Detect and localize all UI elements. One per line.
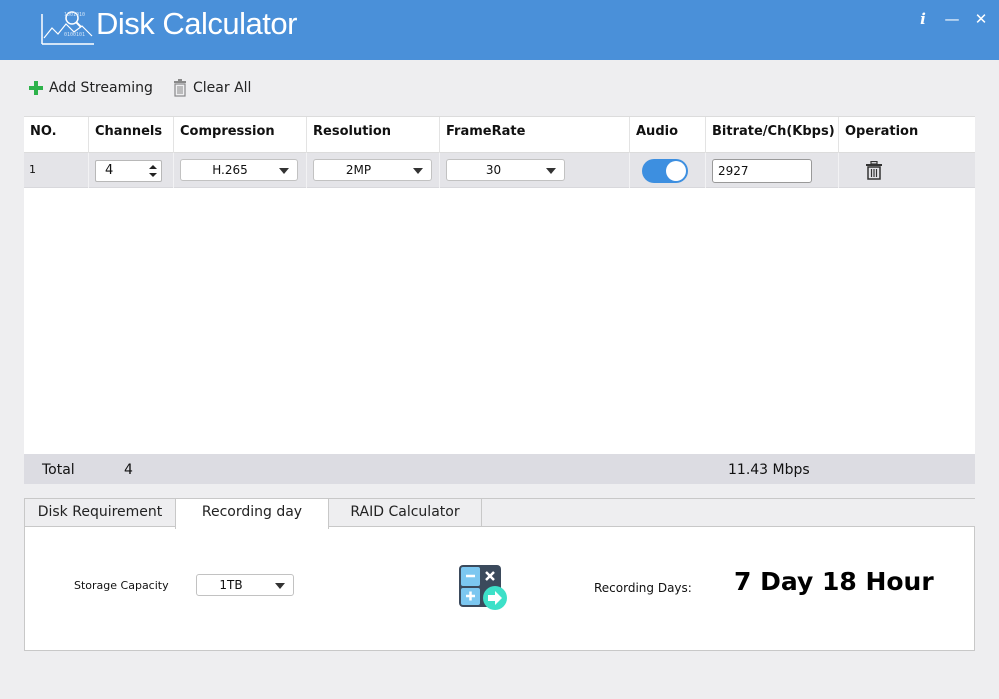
- recording-days-value: 7 Day 18 Hour: [734, 567, 934, 596]
- title-bar: 1001010 0100101 Disk Calculator i — ✕: [0, 0, 999, 60]
- header-compression: Compression: [174, 117, 307, 153]
- header-audio: Audio: [630, 117, 706, 153]
- total-channels: 4: [124, 462, 133, 478]
- compression-select[interactable]: H.265: [180, 159, 298, 181]
- recording-day-panel: Storage Capacity 1TB Recording Days: 7 D…: [24, 526, 975, 651]
- tab-bar: Disk Requirement Recording day RAID Calc…: [24, 498, 975, 529]
- storage-capacity-label: Storage Capacity: [74, 579, 169, 592]
- resolution-value: 2MP: [345, 163, 372, 177]
- delete-row-trash-icon[interactable]: [865, 161, 883, 180]
- clear-all-label: Clear All: [193, 80, 252, 96]
- header-bitrate: Bitrate/Ch(Kbps): [706, 117, 839, 153]
- tab-container: Disk Requirement Recording day RAID Calc…: [24, 498, 975, 651]
- app-title: Disk Calculator: [96, 6, 297, 42]
- compression-value: H.265: [212, 163, 248, 177]
- total-bandwidth: 11.43 Mbps: [728, 462, 810, 478]
- framerate-value: 30: [485, 163, 502, 177]
- table-row: 1 4 H.265 2MP 30 2927: [24, 153, 975, 188]
- tab-raid-calculator[interactable]: RAID Calculator: [329, 499, 482, 528]
- svg-text:0100101: 0100101: [64, 32, 85, 38]
- storage-capacity-value: 1TB: [219, 578, 243, 592]
- header-no: NO.: [24, 117, 89, 153]
- chevron-down-icon: [279, 168, 289, 174]
- app-logo-icon: 1001010 0100101: [41, 11, 94, 45]
- audio-toggle[interactable]: [642, 159, 688, 183]
- table-header: NO. Channels Compression Resolution Fram…: [24, 116, 975, 153]
- add-streaming-label: Add Streaming: [49, 80, 153, 96]
- minimize-button[interactable]: —: [943, 10, 961, 28]
- storage-capacity-select[interactable]: 1TB: [196, 574, 294, 596]
- tab-recording-day[interactable]: Recording day: [175, 499, 329, 529]
- chevron-down-icon: [546, 168, 556, 174]
- plus-icon: [29, 81, 43, 95]
- app-title-bold: Disk: [96, 6, 155, 41]
- header-operation: Operation: [845, 124, 919, 139]
- tab-disk-requirement[interactable]: Disk Requirement: [24, 499, 176, 528]
- chevron-down-icon: [413, 168, 423, 174]
- header-resolution: Resolution: [307, 117, 440, 153]
- channels-value: 4: [105, 163, 114, 178]
- total-label: Total: [42, 462, 75, 478]
- recording-days-label: Recording Days:: [594, 581, 692, 595]
- stepper-arrows-icon[interactable]: [148, 163, 158, 179]
- app-title-rest: Calculator: [154, 6, 297, 41]
- svg-text:1001010: 1001010: [64, 12, 85, 18]
- framerate-select[interactable]: 30: [446, 159, 565, 181]
- streaming-table: NO. Channels Compression Resolution Fram…: [24, 116, 975, 484]
- info-button[interactable]: i: [914, 10, 932, 28]
- resolution-select[interactable]: 2MP: [313, 159, 432, 181]
- row-number: 1: [29, 163, 36, 176]
- bitrate-input[interactable]: 2927: [712, 159, 812, 183]
- chevron-down-icon: [275, 583, 285, 589]
- close-button[interactable]: ✕: [972, 10, 990, 28]
- add-streaming-button[interactable]: Add Streaming: [28, 78, 153, 98]
- header-framerate: FrameRate: [440, 117, 630, 153]
- channels-stepper[interactable]: 4: [95, 160, 162, 182]
- calculate-button-icon[interactable]: [457, 563, 511, 613]
- clear-all-button[interactable]: Clear All: [172, 78, 251, 98]
- total-bar: Total 4 11.43 Mbps: [24, 454, 975, 484]
- toggle-knob: [666, 161, 686, 181]
- trash-icon: [174, 79, 186, 97]
- header-channels: Channels: [89, 117, 174, 153]
